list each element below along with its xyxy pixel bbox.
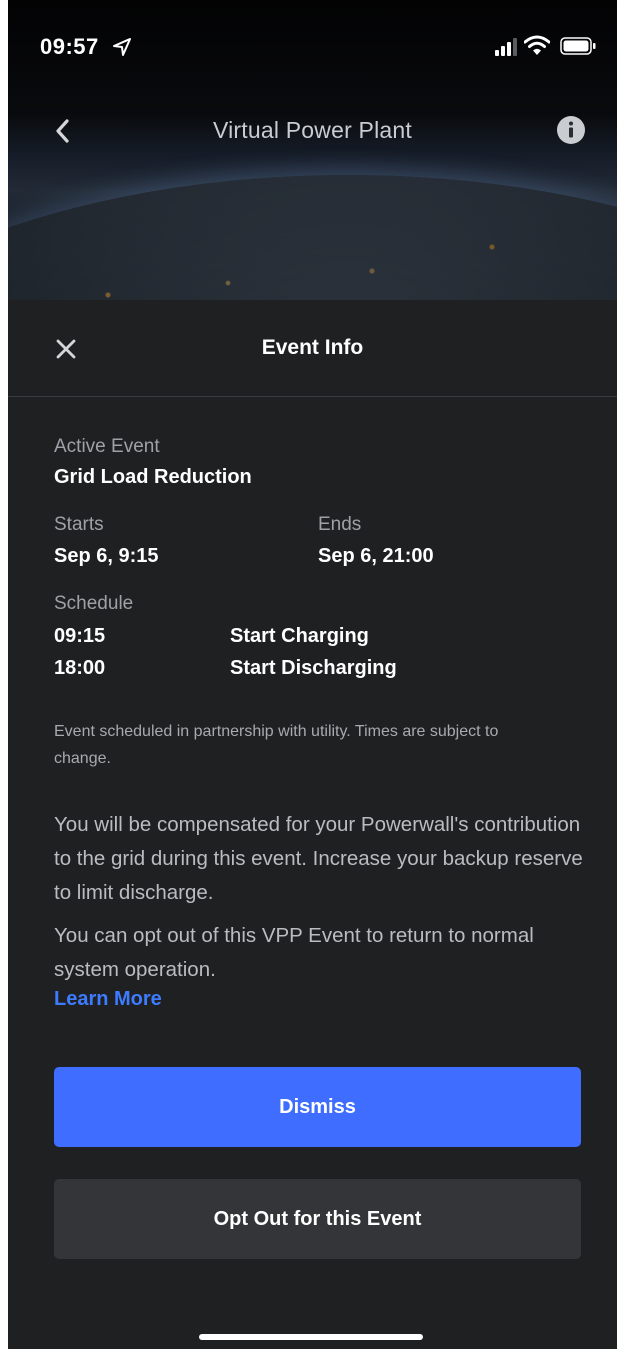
schedule-action: Start Charging <box>230 625 369 647</box>
wifi-icon <box>524 35 550 55</box>
nav-title: Virtual Power Plant <box>213 117 412 143</box>
battery-icon <box>560 37 596 55</box>
opt-out-text: You can opt out of this VPP Event to ret… <box>54 924 534 981</box>
schedule-time: 09:15 <box>54 625 106 647</box>
sheet-title: Event Info <box>261 336 364 359</box>
active-event-label: Active Event <box>54 436 160 457</box>
status-bar: 09:57 <box>8 0 617 90</box>
info-icon[interactable] <box>556 115 586 145</box>
compensation-text: You will be compensated for your Powerwa… <box>54 813 583 904</box>
starts-value: Sep 6, 9:15 <box>54 545 159 567</box>
home-indicator <box>199 1334 423 1340</box>
learn-more-link[interactable]: Learn More <box>54 988 162 1011</box>
sheet-header: Event Info <box>8 300 617 397</box>
navigation-bar: Virtual Power Plant <box>8 100 617 162</box>
schedule-time: 18:00 <box>54 657 106 679</box>
schedule-label: Schedule <box>54 593 134 614</box>
header-earth-image: 09:57 Virtual Power Plant <box>8 0 617 300</box>
cellular-signal-icon <box>495 38 517 56</box>
opt-out-button[interactable]: Opt Out for this Event <box>54 1179 581 1259</box>
active-event-value: Grid Load Reduction <box>54 466 252 488</box>
ends-value: Sep 6, 21:00 <box>318 545 434 567</box>
event-note: Event scheduled in partnership with util… <box>54 723 499 767</box>
phone-screen: 09:57 Virtual Power Plant Event Info Act… <box>8 0 617 1349</box>
ends-label: Ends <box>318 514 362 535</box>
status-time: 09:57 <box>40 34 99 59</box>
schedule-action: Start Discharging <box>230 657 397 679</box>
location-arrow-icon <box>113 38 131 56</box>
dismiss-button[interactable]: Dismiss <box>54 1067 581 1147</box>
starts-label: Starts <box>54 514 104 535</box>
event-info-sheet: Event Info Active Event Grid Load Reduct… <box>8 300 617 1349</box>
